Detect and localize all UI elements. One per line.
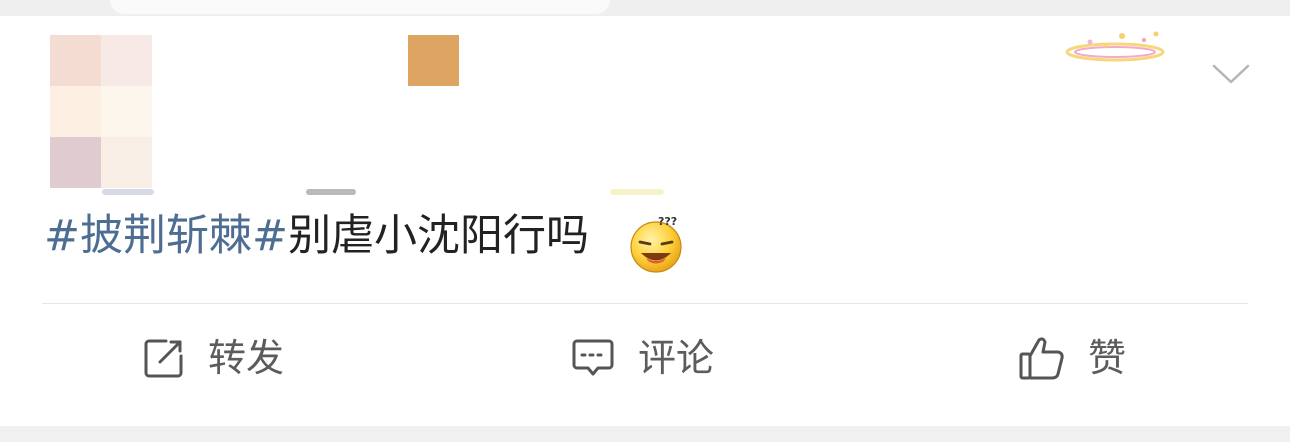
user-badge <box>408 35 459 86</box>
comment-bubble-icon <box>572 339 614 376</box>
svg-text:???: ??? <box>658 215 677 228</box>
repost-label: 转发 <box>208 336 285 380</box>
like-label: 赞 <box>1088 336 1127 380</box>
blurred-username <box>102 189 154 195</box>
decoration-icon <box>1065 31 1165 62</box>
repost-button[interactable]: 转发 <box>142 330 284 386</box>
post-text: #披荆斩棘#别虐小沈阳行吗 <box>44 206 589 266</box>
top-separator <box>0 0 1290 16</box>
post-body-text: 别虐小沈阳行吗 <box>288 211 590 261</box>
comment-button[interactable]: 评论 <box>570 330 714 386</box>
topic-link[interactable]: #披荆斩棘# <box>44 211 288 261</box>
thumbs-up-icon <box>1019 337 1064 380</box>
share-edit-icon <box>144 339 183 378</box>
bottom-separator <box>0 426 1290 442</box>
like-button[interactable]: 赞 <box>1018 330 1126 386</box>
avatar[interactable] <box>50 35 152 188</box>
chevron-down-icon[interactable] <box>1210 58 1252 88</box>
divider <box>42 303 1248 304</box>
dizzy-smile-emoji: ??? <box>630 215 682 273</box>
comment-label: 评论 <box>638 336 715 380</box>
